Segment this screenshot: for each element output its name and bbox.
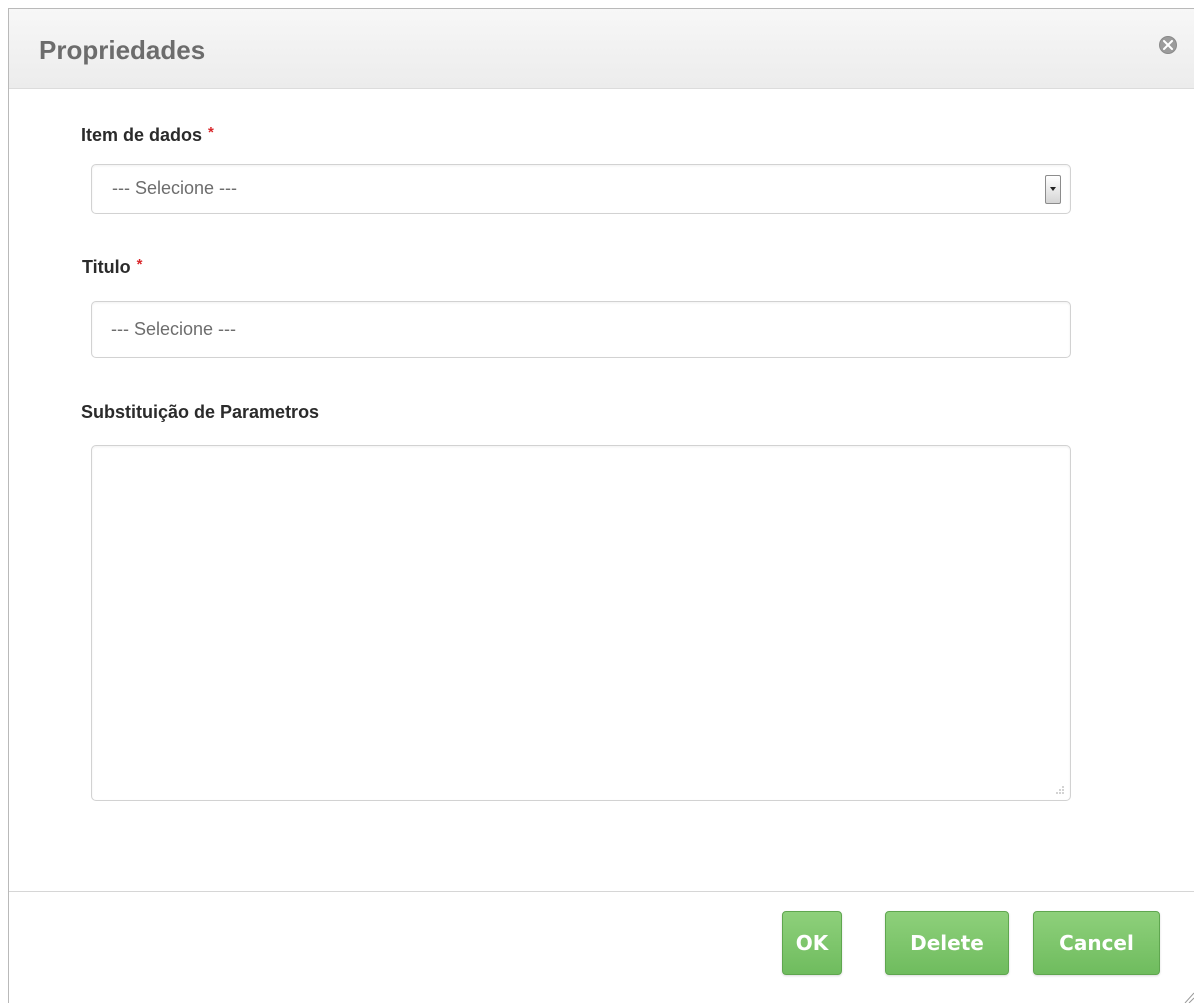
item-de-dados-label-text: Item de dados — [81, 125, 203, 145]
required-marker: * — [136, 256, 143, 273]
required-marker: * — [208, 124, 214, 141]
dialog-title: Propriedades — [39, 35, 206, 65]
dialog-header: Propriedades — [9, 9, 1194, 89]
properties-dialog: Propriedades Item de dados * --- Selecion… — [8, 8, 1194, 1003]
ok-button[interactable]: OK — [782, 911, 842, 975]
chevron-down-icon[interactable] — [1045, 175, 1061, 204]
item-de-dados-selected-value: --- Selecione --- — [112, 178, 238, 198]
close-button[interactable] — [1159, 36, 1177, 54]
delete-button[interactable]: Delete — [885, 911, 1009, 975]
dialog-resize-icon[interactable] — [1181, 987, 1194, 1003]
cancel-button[interactable]: Cancel — [1033, 911, 1160, 975]
item-de-dados-label: Item de dados * — [81, 124, 214, 146]
substituicao-label: Substituição de Parametros — [81, 402, 320, 422]
substituicao-textarea[interactable] — [91, 445, 1071, 801]
titulo-label-text: Titulo — [82, 257, 131, 277]
item-de-dados-select[interactable]: --- Selecione --- — [91, 164, 1071, 214]
resize-grip-icon[interactable] — [1053, 783, 1065, 795]
footer-divider — [9, 891, 1194, 892]
titulo-label: Titulo * — [82, 256, 143, 278]
close-icon — [1163, 40, 1173, 50]
titulo-input[interactable] — [91, 301, 1071, 358]
